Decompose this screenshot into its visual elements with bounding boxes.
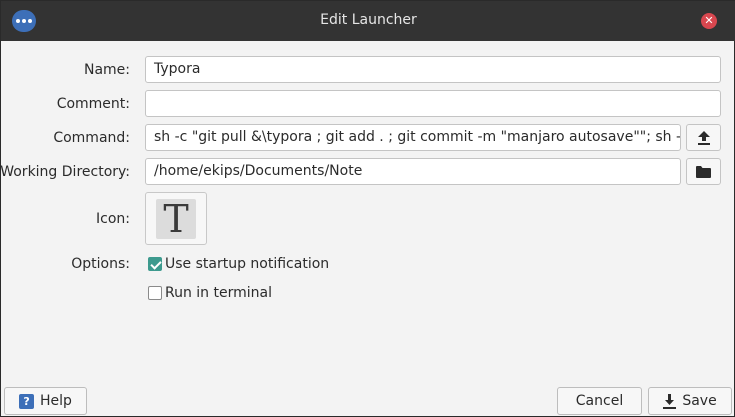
help-button-label: Help [40,393,72,409]
help-button[interactable]: ? Help [4,387,87,415]
comment-label: Comment: [56,96,130,112]
startup-notification-label[interactable]: Use startup notification [165,256,329,272]
typora-app-icon: T [156,199,196,239]
working-directory-browse-button[interactable] [686,158,721,185]
run-in-terminal-label[interactable]: Run in terminal [165,285,272,301]
command-field[interactable]: sh -c "git pull &\typora ; git add . ; g… [145,124,681,151]
working-directory-field[interactable]: /home/ekips/Documents/Note [145,158,681,185]
name-field[interactable]: Typora [145,56,721,83]
startup-notification-checkbox[interactable] [148,257,162,271]
cancel-button-label: Cancel [575,393,624,409]
save-button[interactable]: Save [648,387,732,415]
window-title: Edit Launcher [320,12,417,28]
icon-label: Icon: [96,211,130,227]
upload-icon [697,130,710,145]
icon-picker-button[interactable]: T [145,192,207,245]
comment-field[interactable] [145,90,721,117]
options-label: Options: [71,256,130,272]
edit-launcher-dialog: Edit Launcher ✕ Name: Typora Comment: Co… [0,0,735,417]
title-bar[interactable]: Edit Launcher ✕ [1,1,735,41]
command-browse-button[interactable] [686,124,721,151]
folder-icon [696,166,711,178]
save-button-label: Save [682,393,717,409]
run-in-terminal-checkbox[interactable] [148,286,162,300]
save-download-icon [663,393,677,409]
name-label: Name: [83,62,130,78]
command-label: Command: [53,130,130,146]
help-icon: ? [19,393,35,409]
working-directory-label: Working Directory: [0,164,130,180]
close-icon[interactable]: ✕ [701,13,717,29]
cancel-button[interactable]: Cancel [557,387,642,415]
